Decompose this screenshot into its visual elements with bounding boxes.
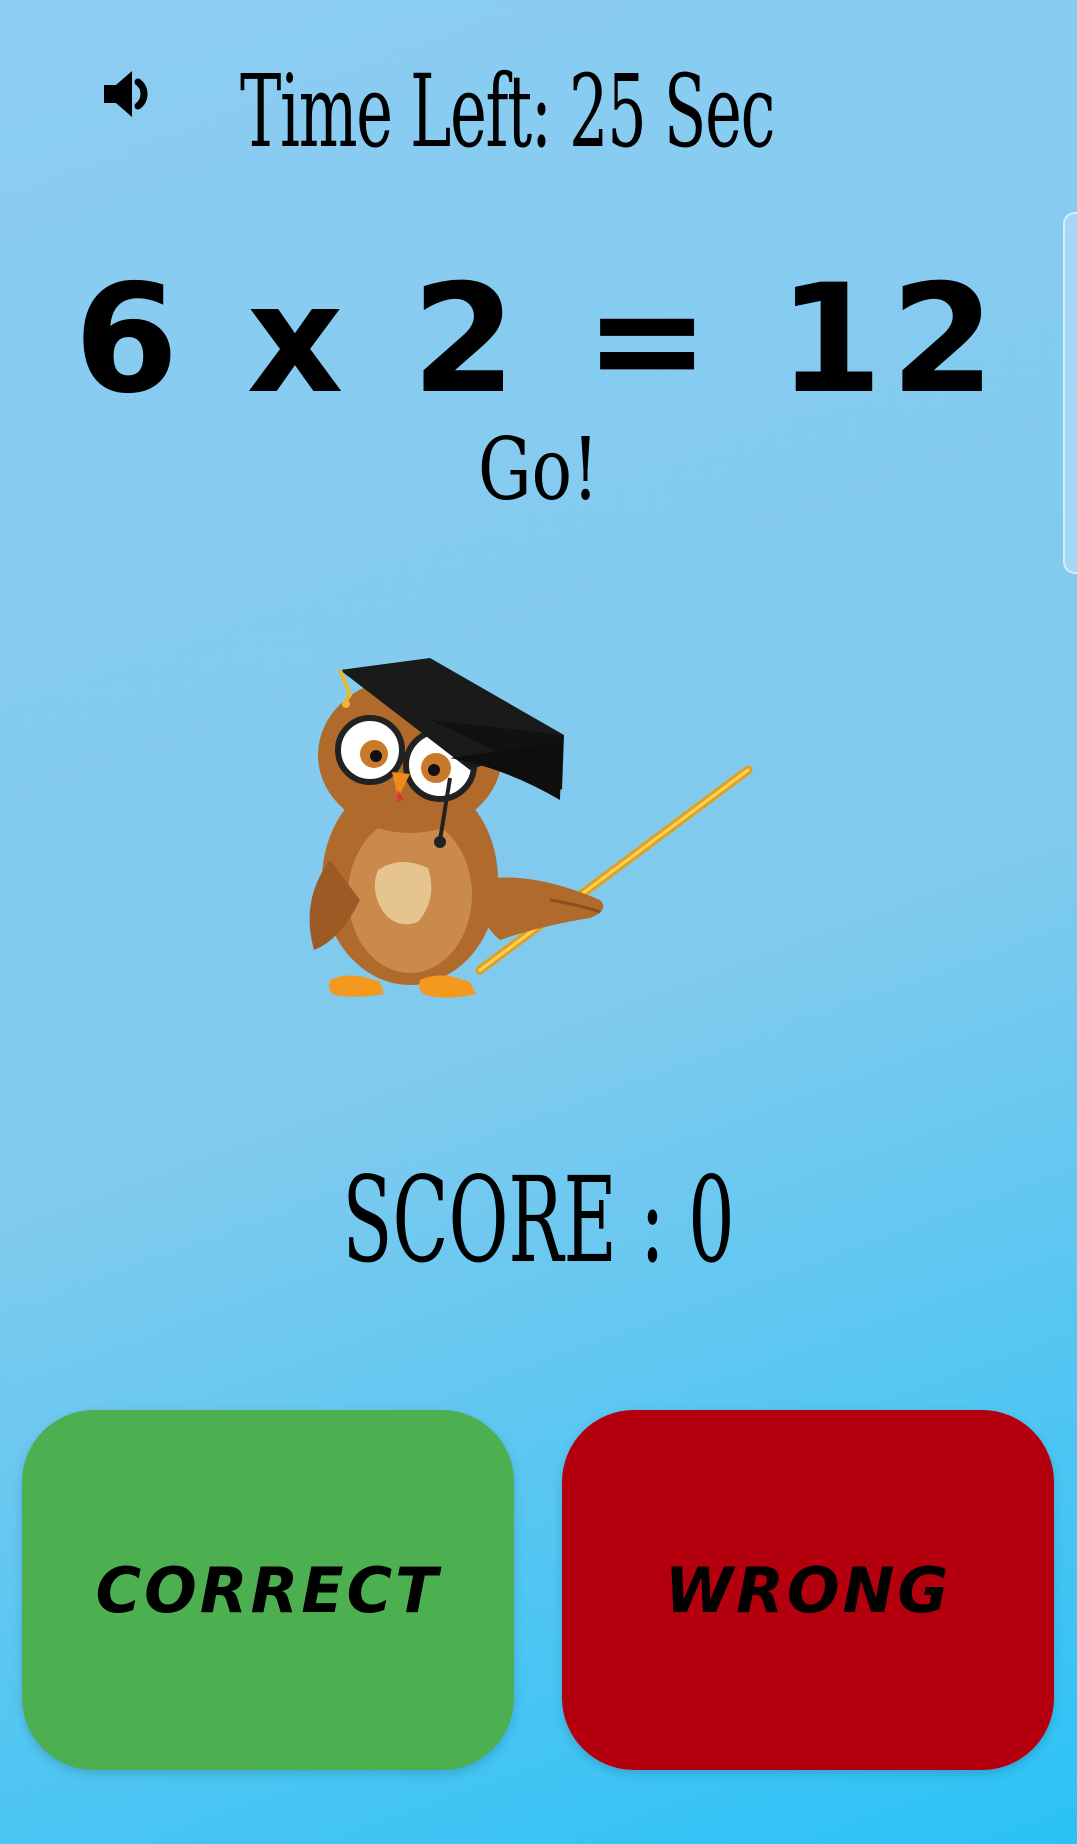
wrong-button[interactable]: WRONG bbox=[562, 1410, 1054, 1770]
equation-display: 6 x 2 = 12 bbox=[74, 253, 1003, 427]
owl-teacher-illustration bbox=[300, 650, 760, 1020]
score-label: SCORE : 0 bbox=[342, 1151, 735, 1289]
status-text: Go! bbox=[478, 420, 599, 520]
time-left-label: Time Left: 25 Sec bbox=[240, 53, 775, 170]
sound-icon[interactable] bbox=[100, 64, 160, 124]
correct-button[interactable]: CORRECT bbox=[22, 1410, 514, 1770]
